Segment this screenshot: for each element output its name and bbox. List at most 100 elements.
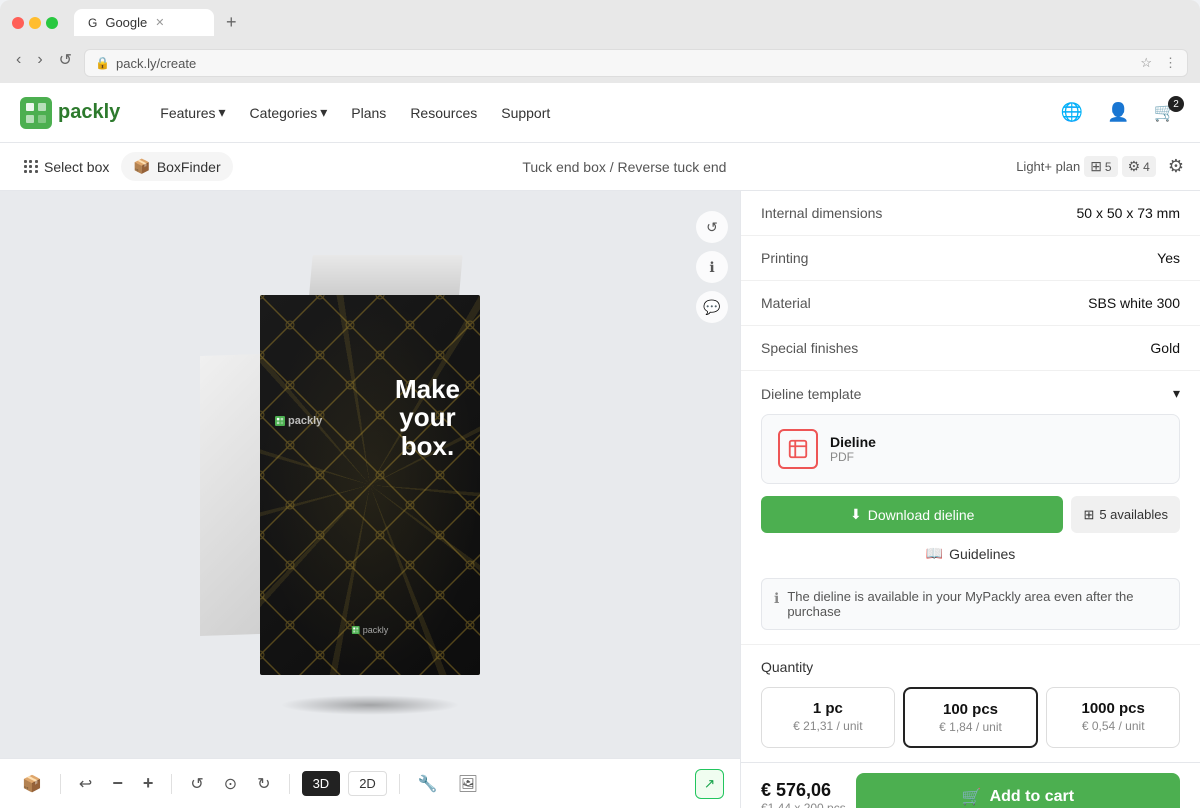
info-note: ℹ The dieline is available in your MyPac… — [761, 578, 1180, 630]
cart-badge: 2 — [1168, 96, 1184, 112]
availables-btn[interactable]: ⊞ 5 availables — [1071, 496, 1180, 533]
add-to-cart-btn[interactable]: 🛒 Add to cart — [856, 773, 1180, 808]
redo-btn[interactable]: ↻ — [251, 768, 276, 800]
dieline-name: Dieline — [830, 434, 1163, 450]
app-container: packly Features ▾ Categories ▾ Plans Res… — [0, 83, 1200, 808]
tab-close-btn[interactable]: ✕ — [155, 16, 164, 29]
settings-btn[interactable]: ⚙ — [1168, 156, 1184, 177]
chevron-icon: ▾ — [320, 104, 327, 121]
box-shadow — [280, 695, 460, 715]
dieline-section: Dieline template ▾ Dieline PDF — [741, 371, 1200, 645]
undo-btn[interactable]: ↩ — [73, 768, 98, 800]
globe-btn[interactable]: 🌐 — [1057, 98, 1087, 127]
cart-bar: € 576,06 €1,44 x 200 pcs 🛒 Add to cart — [741, 762, 1200, 808]
plan-count2: ⚙ 4 — [1122, 156, 1156, 177]
box-mockup: packly Makeyourbox. packly — [180, 235, 560, 715]
grid-icon — [24, 160, 38, 174]
main-content: ↺ ℹ 💬 — [0, 191, 1200, 808]
price-total: € 576,06 — [761, 780, 846, 801]
nav-plans[interactable]: Plans — [341, 98, 396, 127]
info-icon: ℹ — [774, 590, 779, 607]
viewer: ↺ ℹ 💬 — [0, 191, 740, 808]
plan-count1: ⊞ 5 — [1084, 156, 1117, 177]
center-btn[interactable]: ⊙ — [218, 768, 243, 800]
dieline-actions: ⬇ Download dieline ⊞ 5 availables — [761, 496, 1180, 533]
finishes-value: Gold — [1150, 340, 1180, 356]
qty-100pcs-price: € 1,84 / unit — [913, 720, 1029, 734]
separator4 — [399, 774, 400, 794]
quantity-options: 1 pc € 21,31 / unit 100 pcs € 1,84 / uni… — [761, 687, 1180, 748]
rotate-tool-btn[interactable]: ↺ — [696, 211, 728, 243]
back-btn[interactable]: ‹ — [12, 49, 25, 71]
qty-1000pcs[interactable]: 1000 pcs € 0,54 / unit — [1046, 687, 1180, 748]
wrench-btn[interactable]: 🔧 — [412, 768, 444, 800]
download-icon: ⬇ — [850, 506, 862, 523]
dimensions-label: Internal dimensions — [761, 205, 882, 221]
image-btn[interactable]: 🖼 — [452, 768, 484, 800]
quantity-label: Quantity — [761, 659, 1180, 675]
dieline-header[interactable]: Dieline template ▾ — [761, 385, 1180, 402]
qty-100pcs[interactable]: 100 pcs € 1,84 / unit — [903, 687, 1039, 748]
price-block: € 576,06 €1,44 x 200 pcs — [761, 780, 846, 808]
reload-btn[interactable]: ↺ — [55, 48, 76, 72]
box-icon-btn[interactable]: 📦 — [16, 768, 48, 800]
guidelines-icon: 📖 — [926, 545, 943, 562]
logo-icon — [20, 97, 52, 129]
nav-features[interactable]: Features ▾ — [150, 98, 235, 127]
box-brand-logo: packly — [275, 415, 322, 427]
tab-favicon: G — [88, 16, 97, 30]
zoom-out-btn[interactable]: − — [106, 767, 129, 800]
nav-resources[interactable]: Resources — [400, 98, 487, 127]
qty-1000pcs-price: € 0,54 / unit — [1055, 719, 1171, 733]
sub-nav: Select box 📦 BoxFinder Tuck end box / Re… — [0, 143, 1200, 191]
printing-row: Printing Yes — [741, 236, 1200, 281]
nav-categories[interactable]: Categories ▾ — [240, 98, 338, 127]
box-body: packly Makeyourbox. packly — [260, 295, 480, 675]
qty-1pc-price: € 21,31 / unit — [770, 719, 886, 733]
nav-support[interactable]: Support — [491, 98, 560, 127]
separator3 — [289, 774, 290, 794]
minimize-dot[interactable] — [29, 17, 41, 29]
close-dot[interactable] — [12, 17, 24, 29]
breadcrumb: Tuck end box / Reverse tuck end — [233, 159, 1017, 175]
box-tagline: Makeyourbox. — [395, 375, 460, 461]
comment-tool-btn[interactable]: 💬 — [696, 291, 728, 323]
printing-value: Yes — [1157, 250, 1180, 266]
forward-btn[interactable]: › — [33, 49, 46, 71]
url-text: pack.ly/create — [116, 56, 196, 71]
price-sub: €1,44 x 200 pcs — [761, 801, 846, 808]
select-box-btn[interactable]: Select box — [16, 153, 117, 181]
address-bar[interactable]: 🔒 pack.ly/create ☆ ⋮ — [84, 49, 1188, 77]
bookmark-icon[interactable]: ☆ — [1140, 55, 1152, 71]
qty-1pc[interactable]: 1 pc € 21,31 / unit — [761, 687, 895, 748]
box-finder-icon: 📦 — [133, 158, 150, 175]
download-dieline-btn[interactable]: ⬇ Download dieline — [761, 496, 1063, 533]
browser-tab[interactable]: G Google ✕ — [74, 9, 214, 36]
dimensions-row: Internal dimensions 50 x 50 x 73 mm — [741, 191, 1200, 236]
info-tool-btn[interactable]: ℹ — [696, 251, 728, 283]
x-pattern — [260, 295, 480, 675]
finishes-row: Special finishes Gold — [741, 326, 1200, 371]
reset-btn[interactable]: ↺ — [184, 768, 209, 800]
zoom-in-btn[interactable]: + — [137, 767, 160, 800]
viewer-toolbar: 📦 ↩ − + ↺ ⊙ ↻ 3D 2D 🔧 🖼 ↗ — [0, 758, 740, 808]
logo-text: packly — [58, 101, 120, 124]
box-finder-btn[interactable]: 📦 BoxFinder — [121, 152, 232, 181]
view-3d-btn[interactable]: 3D — [302, 771, 341, 796]
export-btn[interactable]: ↗ — [695, 769, 724, 799]
material-row: Material SBS white 300 — [741, 281, 1200, 326]
separator — [60, 774, 61, 794]
chevron-icon: ▾ — [219, 104, 226, 121]
material-value: SBS white 300 — [1088, 295, 1180, 311]
view-2d-btn[interactable]: 2D — [348, 771, 387, 796]
dieline-card: Dieline PDF — [761, 414, 1180, 484]
more-icon[interactable]: ⋮ — [1164, 55, 1177, 71]
maximize-dot[interactable] — [46, 17, 58, 29]
user-btn[interactable]: 👤 — [1103, 98, 1133, 127]
new-tab-btn[interactable]: + — [222, 8, 241, 37]
nav-right: 🌐 👤 🛒 2 — [1057, 98, 1180, 127]
logo[interactable]: packly — [20, 97, 120, 129]
guidelines-btn[interactable]: 📖 Guidelines — [761, 537, 1180, 570]
box-bottom-logo: packly — [352, 625, 389, 635]
cart-btn[interactable]: 🛒 2 — [1150, 98, 1180, 127]
